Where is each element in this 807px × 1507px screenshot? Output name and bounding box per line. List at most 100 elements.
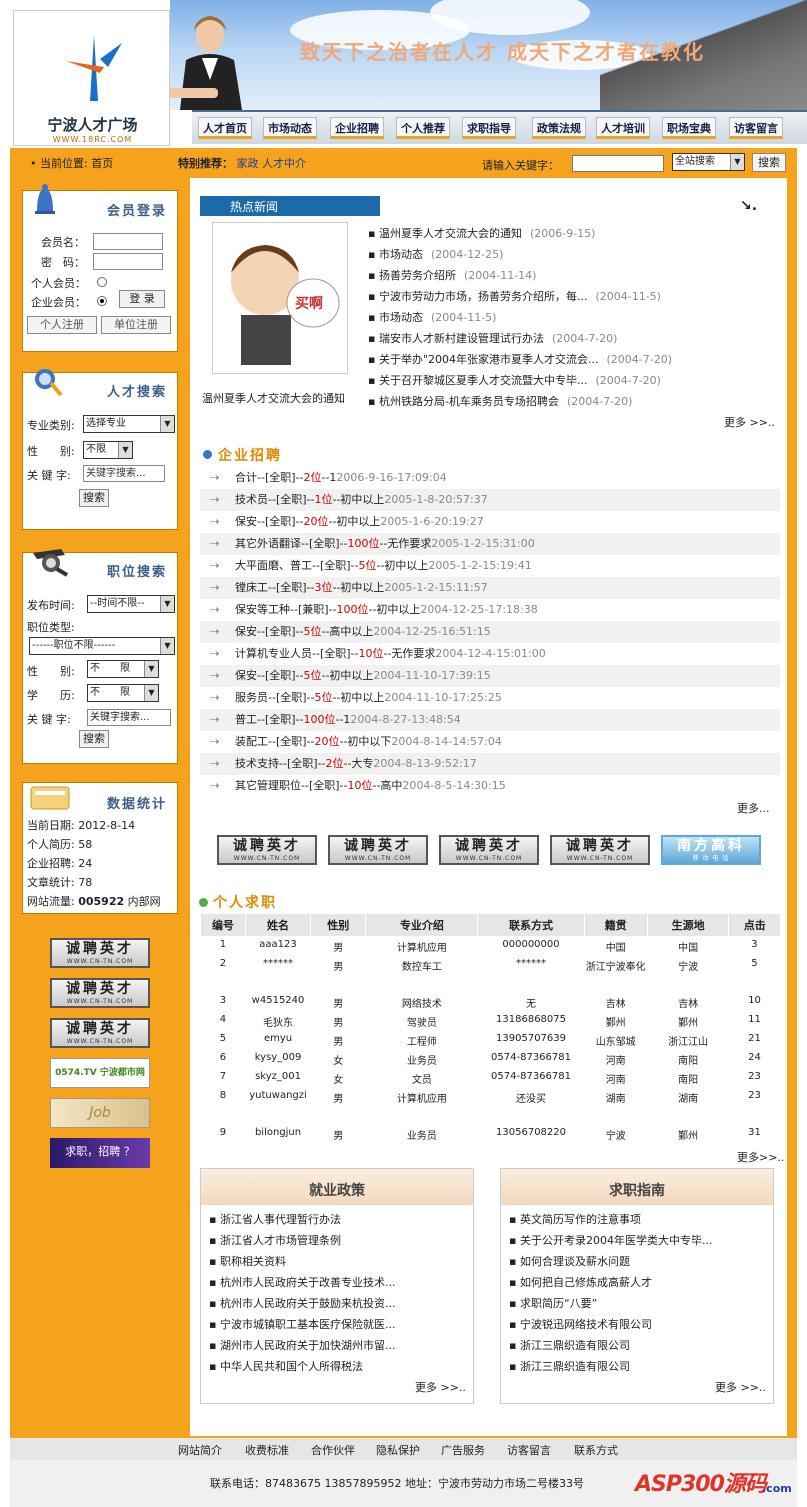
guide-more-link[interactable]: 更多 >>.. — [715, 1379, 766, 1395]
nav-handbook[interactable]: 职场宝典 — [662, 117, 716, 139]
job-search-button[interactable]: 搜索 — [79, 730, 109, 748]
policy-item[interactable]: ▪ 杭州市人民政府关于改善专业技术... — [209, 1274, 395, 1290]
job-row[interactable]: ⇢ 保安--[全职]--5位--高中以上2004-12-25-16:51:15 — [200, 621, 780, 643]
traffic-link[interactable]: 内部网 — [128, 895, 161, 908]
job-row[interactable]: ⇢ 技术支持--[全职]--2位--大专2004-8-13-9:52:17 — [200, 753, 780, 775]
side-banner-cn-tn-3[interactable]: 诚聘英才 WWW.CN-TN.COM — [50, 1018, 150, 1048]
register-personal-button[interactable]: 个人注册 — [27, 316, 97, 334]
side-banner-cn-tn-2[interactable]: 诚聘英才 WWW.CN-TN.COM — [50, 978, 150, 1008]
job-row[interactable]: ⇢ 保安--[全职]--20位--初中以上2005-1-6-20:19:27 — [200, 511, 780, 533]
login-button[interactable]: 登 录 — [119, 290, 165, 308]
policy-item[interactable]: ▪ 浙江省人事代理暂行办法 — [209, 1211, 341, 1227]
job-row[interactable]: ⇢ 保安--[全职]--5位--初中以上2004-11-10-17:39:15 — [200, 665, 780, 687]
side-banner-cn-tn-1[interactable]: 诚聘英才 WWW.CN-TN.COM — [50, 938, 150, 968]
job-row[interactable]: ⇢ 服务员--[全职]--5位--初中以上2004-11-10-17:25:25 — [200, 687, 780, 709]
news-item[interactable]: ▪ 关于召开黎城区夏季人才交流暨大中专毕... (2004-7-20) — [368, 372, 661, 388]
news-item[interactable]: ▪ 关于举办"2004年张家港市夏季人才交流会... (2004-7-20) — [368, 351, 672, 367]
job-row[interactable]: ⇢ 计算机专业人员--[全职]--10位--无作要求2004-12-4-15:01… — [200, 643, 780, 665]
mid-banner-cn-tn-1[interactable]: 诚聘英才 WWW.CN-TN.COM — [217, 835, 317, 865]
news-item[interactable]: ▪ 宁波市劳动力市场，扬善劳务介绍所，每... (2004-11-5) — [368, 288, 661, 304]
job-row[interactable]: ⇢ 普工--[全职]--100位--12004-8-27-13:48:54 — [200, 709, 780, 731]
search-input[interactable] — [572, 155, 664, 172]
job-row[interactable]: ⇢ 镗床工--[全职]--3位--初中以上2005-1-2-15:11:57 — [200, 577, 780, 599]
side-banner-qiuzhi[interactable]: 求职，招聘 ？ — [50, 1138, 150, 1168]
mid-banner-cn-tn-4[interactable]: 诚聘英才 WWW.CN-TN.COM — [550, 835, 650, 865]
guide-item[interactable]: ▪ 如何把自己修炼成高薪人才 — [509, 1274, 652, 1290]
job-row[interactable]: ⇢ 装配工--[全职]--20位--初中以下2004-8-14-14:57:04 — [200, 731, 780, 753]
publish-time-select[interactable]: --时间不限-- ▼ — [87, 595, 175, 613]
job-row[interactable]: ⇢ 技术员--[全职]--1位--初中以上2005-1-8-20:57:37 — [200, 489, 780, 511]
policy-item[interactable]: ▪ 职称相关资料 — [209, 1253, 286, 1269]
footer-link-partners[interactable]: 合作伙伴 — [311, 1442, 355, 1458]
nav-guide[interactable]: 求职指导 — [462, 117, 516, 139]
nav-guestbook[interactable]: 访客留言 — [729, 117, 783, 139]
site-logo[interactable]: 宁波人才广场 WWW.18RC.COM — [13, 10, 170, 146]
resume-row[interactable]: 2 ****** 男 数控车工 ****** 浙江宁波奉化 宁波 5 — [201, 955, 781, 992]
education-select[interactable]: 不 限 ▼ — [87, 684, 159, 702]
news-item[interactable]: ▪ 扬善劳务介绍所 (2004-11-14) — [368, 267, 536, 283]
hot-news-image-caption[interactable]: 温州夏季人才交流大会的通知 — [202, 390, 345, 406]
talent-keyword-input[interactable]: 关键字搜索... — [83, 465, 165, 482]
nav-recruit[interactable]: 企业招聘 — [330, 117, 384, 139]
resume-row[interactable]: 7 skyz_001 女 文员 0574-87366781 河南 南阳 23 — [201, 1068, 781, 1087]
job-gender-select[interactable]: 不 限 ▼ — [87, 660, 159, 678]
side-banner-city-tv[interactable]: 0574.TV 宁波都市网 — [50, 1058, 150, 1088]
resume-row[interactable]: 9 bilongjun 男 业务员 13056708220 宁波 鄞州 31 — [201, 1124, 781, 1143]
footer-link-guestbook[interactable]: 访客留言 — [507, 1442, 551, 1458]
password-field[interactable] — [93, 253, 163, 270]
hot-news-image[interactable]: 买啊 — [212, 222, 348, 374]
major-select[interactable]: 选择专业 ▼ — [83, 415, 175, 433]
guide-item[interactable]: ▪ 关于公开考录2004年医学类大中专毕... — [509, 1232, 712, 1248]
resume-row[interactable]: 3 w4515240 男 网络技术 无 吉林 吉林 10 — [201, 992, 781, 1011]
talent-search-button[interactable]: 搜索 — [79, 489, 109, 507]
nav-training[interactable]: 人才培训 — [596, 117, 650, 139]
job-row[interactable]: ⇢ 合计--[全职]--2位--12006-9-16-17:09:04 — [200, 467, 780, 489]
special-link-housekeeping[interactable]: 家政 — [237, 157, 259, 170]
news-item[interactable]: ▪ 瑞安市人才新村建设管理试行办法 (2004-7-20) — [368, 330, 617, 346]
job-row[interactable]: ⇢ 保安等工种--[兼职]--100位--初中以上2004-12-25-17:18… — [200, 599, 780, 621]
guide-item[interactable]: ▪ 如何合理谈及薪水问题 — [509, 1253, 630, 1269]
special-link-agency[interactable]: 人才中介 — [262, 157, 306, 170]
policy-more-link[interactable]: 更多 >>.. — [415, 1379, 466, 1395]
personal-member-radio[interactable] — [97, 277, 107, 287]
register-company-button[interactable]: 单位注册 — [101, 316, 171, 334]
policy-item[interactable]: ▪ 中华人民共和国个人所得税法 — [209, 1358, 363, 1374]
news-item[interactable]: ▪ 温州夏季人才交流大会的通知 (2006-9-15) — [368, 225, 595, 241]
news-item[interactable]: ▪ 市场动态 (2004-11-5) — [368, 309, 496, 325]
resumes-more-link[interactable]: 更多>>.. — [737, 1149, 784, 1165]
job-row[interactable]: ⇢ 大平面磨、普工--[全职]--5位--初中以上2005-1-2-15:19:4… — [200, 555, 780, 577]
policy-item[interactable]: ▪ 宁波市城镇职工基本医疗保险就医... — [209, 1316, 395, 1332]
gender-select[interactable]: 不限 ▼ — [83, 441, 133, 459]
policy-item[interactable]: ▪ 浙江省人才市场管理条例 — [209, 1232, 341, 1248]
job-type-select[interactable]: ------职位不限------ ▼ — [29, 637, 175, 655]
job-keyword-input[interactable]: 关键字搜索... — [87, 709, 171, 726]
hot-news-more-link[interactable]: 更多 >>.. — [724, 414, 775, 430]
policy-item[interactable]: ▪ 湖州市人民政府关于加快湖州市留... — [209, 1337, 395, 1353]
guide-item[interactable]: ▪ 浙江三鼎织造有限公司 — [509, 1337, 630, 1353]
nav-policy[interactable]: 政策法规 — [532, 117, 586, 139]
footer-link-ads[interactable]: 广告服务 — [441, 1442, 485, 1458]
footer-link-about[interactable]: 网站简介 — [178, 1442, 222, 1458]
job-row[interactable]: ⇢ 其它管理职位--[全职]--10位--高中2004-8-5-14:30:15 — [200, 775, 780, 797]
job-row[interactable]: ⇢ 其它外语翻译--[全职]--100位--无作要求2005-1-2-15:31:… — [200, 533, 780, 555]
recruit-more-link[interactable]: 更多... — [737, 800, 770, 816]
resume-row[interactable]: 8 yutuwangzi 男 计算机应用 还没买 湖南 湖南 23 — [201, 1087, 781, 1124]
username-field[interactable] — [93, 233, 163, 250]
footer-link-privacy[interactable]: 隐私保护 — [376, 1442, 420, 1458]
news-item[interactable]: ▪ 市场动态 (2004-12-25) — [368, 246, 503, 262]
resume-row[interactable]: 6 kysy_009 女 业务员 0574-87366781 河南 南阳 24 — [201, 1049, 781, 1068]
guide-item[interactable]: ▪ 求职简历“八要” — [509, 1295, 597, 1311]
news-item[interactable]: ▪ 杭州铁路分局-机车乘务员专场招聘会 (2004-7-20) — [368, 393, 632, 409]
nav-home[interactable]: 人才首页 — [198, 117, 252, 139]
breadcrumb-home[interactable]: 首页 — [91, 157, 113, 170]
nav-market[interactable]: 市场动态 — [263, 117, 317, 139]
resume-row[interactable]: 4 毛狄东 男 驾驶员 13186868075 鄞州 鄞州 11 — [201, 1011, 781, 1030]
search-scope-select[interactable]: 全站搜索 ▼ — [672, 153, 745, 171]
mid-banner-cn-tn-2[interactable]: 诚聘英才 WWW.CN-TN.COM — [328, 835, 428, 865]
mid-banner-cn-tn-3[interactable]: 诚聘英才 WWW.CN-TN.COM — [439, 835, 539, 865]
company-member-radio[interactable] — [97, 296, 107, 306]
nav-recommend[interactable]: 个人推荐 — [396, 117, 450, 139]
search-button[interactable]: 搜索 — [752, 153, 786, 172]
resume-row[interactable]: 5 emyu 男 工程师 13905707639 山东邹城 浙江江山 21 — [201, 1030, 781, 1049]
guide-item[interactable]: ▪ 浙江三鼎织造有限公司 — [509, 1358, 630, 1374]
